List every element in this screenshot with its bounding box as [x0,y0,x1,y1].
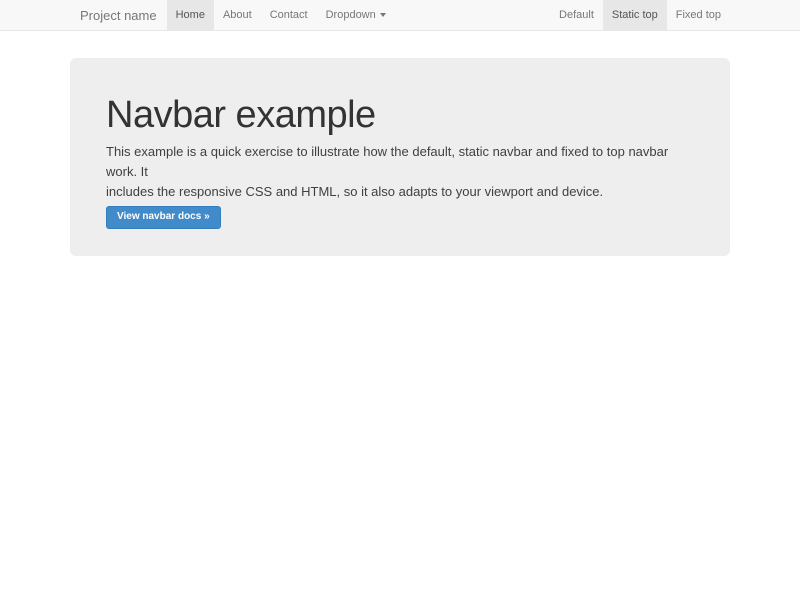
navbar-brand[interactable]: Project name [70,0,167,30]
jumbotron-description: This example is a quick exercise to illu… [106,142,694,202]
nav-item-about[interactable]: About [214,0,261,30]
nav-item-default[interactable]: Default [550,0,603,30]
nav-item-contact[interactable]: Contact [261,0,317,30]
navbar-left-nav: Home About Contact Dropdown [167,0,395,30]
nav-item-dropdown[interactable]: Dropdown [317,0,395,30]
jumbotron: Navbar example This example is a quick e… [70,58,730,256]
page-title: Navbar example [106,94,694,136]
nav-item-fixed-top[interactable]: Fixed top [667,0,730,30]
main-container: Navbar example This example is a quick e… [70,58,730,256]
description-line-2: includes the responsive CSS and HTML, so… [106,182,694,202]
nav-item-home[interactable]: Home [167,0,214,30]
nav-item-dropdown-label: Dropdown [326,9,376,21]
nav-item-static-top[interactable]: Static top [603,0,667,30]
description-line-1: This example is a quick exercise to illu… [106,142,694,182]
caret-down-icon [380,13,386,17]
navbar-container: Project name Home About Contact Dropdown… [70,0,730,30]
top-navbar: Project name Home About Contact Dropdown… [0,0,800,31]
navbar-right-nav: Default Static top Fixed top [550,0,730,30]
view-navbar-docs-button[interactable]: View navbar docs » [106,206,221,229]
